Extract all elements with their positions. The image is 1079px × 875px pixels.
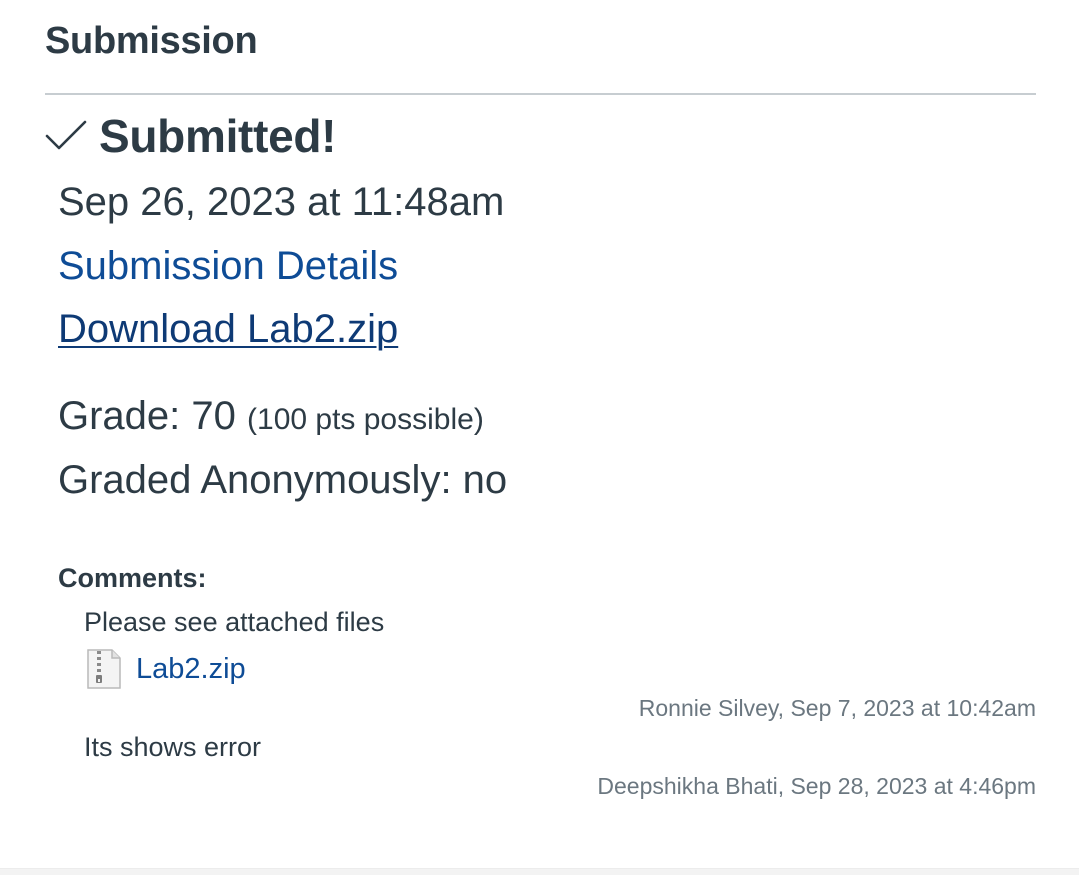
grade-line: Grade: 70 (100 pts possible) bbox=[58, 394, 484, 439]
grade-possible: (100 pts possible) bbox=[247, 403, 484, 436]
submission-details-link[interactable]: Submission Details bbox=[58, 244, 398, 289]
comment-attachment[interactable]: Lab2.zip bbox=[84, 648, 246, 690]
grade-value: Grade: 70 bbox=[58, 394, 236, 438]
comment-text: Please see attached files bbox=[84, 607, 385, 637]
divider bbox=[45, 93, 1036, 95]
attachment-link[interactable]: Lab2.zip bbox=[136, 653, 246, 686]
submission-panel: Submission Submitted! Sep 26, 2023 at 11… bbox=[0, 0, 1079, 875]
zip-file-icon bbox=[84, 648, 124, 690]
comment-text: Its shows error bbox=[84, 732, 262, 762]
comment-author-date: Deepshikha Bhati, Sep 28, 2023 at 4:46pm bbox=[597, 773, 1036, 799]
submission-status: Submitted! bbox=[45, 108, 337, 164]
comment-author-date: Ronnie Silvey, Sep 7, 2023 at 10:42am bbox=[638, 695, 1036, 721]
comments-heading: Comments: bbox=[58, 563, 207, 593]
graded-anonymously: Graded Anonymously: no bbox=[58, 458, 508, 502]
status-label: Submitted! bbox=[99, 110, 337, 162]
section-title: Submission bbox=[45, 20, 258, 62]
bottom-edge bbox=[0, 868, 1079, 875]
download-submission-link[interactable]: Download Lab2.zip bbox=[58, 307, 398, 352]
submission-date: Sep 26, 2023 at 11:48am bbox=[58, 180, 505, 224]
checkmark-icon bbox=[45, 119, 87, 153]
